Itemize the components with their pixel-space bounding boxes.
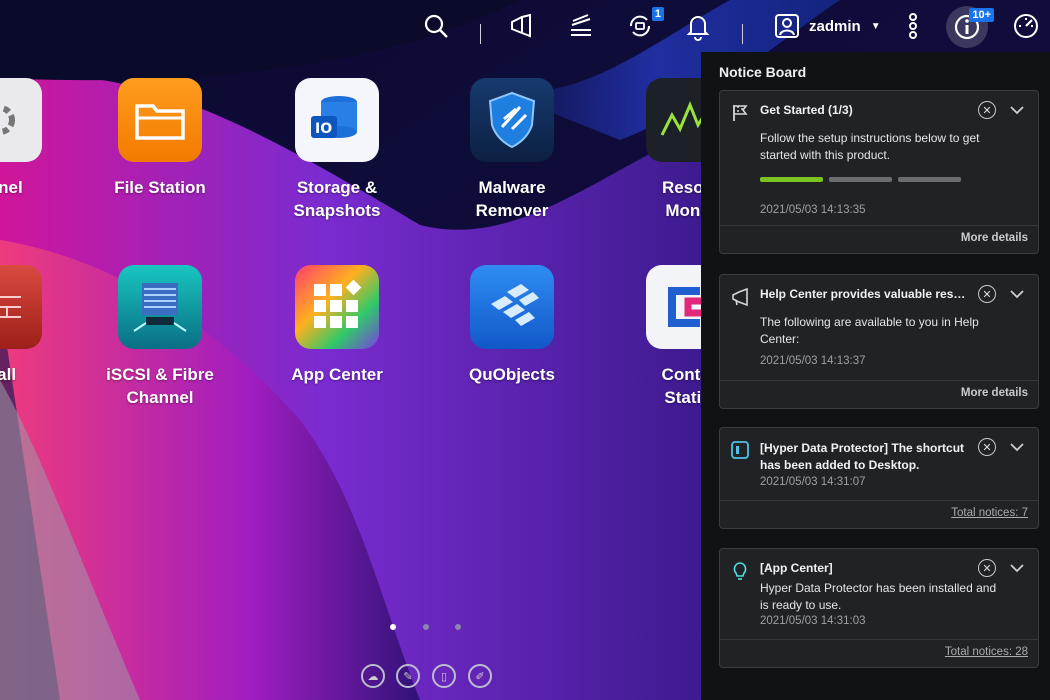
dashboard-button[interactable] <box>1008 8 1044 44</box>
progress-step <box>829 177 892 182</box>
notice-title: [App Center] <box>760 561 833 575</box>
top-bar: 1 zadmin ▼ 10+ <box>0 0 1050 52</box>
user-menu[interactable]: zadmin ▼ <box>773 10 881 42</box>
chevron-down-icon[interactable] <box>1008 101 1026 119</box>
app-label: Malware Remover <box>475 178 549 220</box>
app-quobjects[interactable]: QuObjects <box>447 265 577 386</box>
notice-body: The following are available to you in He… <box>760 315 979 346</box>
quobjects-icon <box>470 265 554 349</box>
notice-footer: Total notices: 28 <box>720 639 1038 667</box>
cloud-icon[interactable]: ☁ <box>361 664 385 688</box>
book-icon[interactable]: ▯ <box>432 664 456 688</box>
bell-icon <box>686 16 710 41</box>
more-options-button[interactable] <box>895 8 931 44</box>
page-dot[interactable] <box>423 624 429 630</box>
notice-count-badge: 10+ <box>969 8 994 22</box>
notifications-button[interactable] <box>680 8 716 44</box>
app-label: QuObjects <box>469 365 555 384</box>
task-stack-icon <box>571 14 591 36</box>
notice-card[interactable]: [Hyper Data Protector] The shortcut has … <box>719 427 1039 529</box>
close-icon[interactable]: ✕ <box>978 285 996 303</box>
app-label: App Center <box>291 365 383 384</box>
folder-icon <box>118 78 202 162</box>
app-label: wall <box>0 365 17 384</box>
total-notices-link[interactable]: Total notices: 7 <box>951 507 1028 519</box>
app-storage-snapshots[interactable]: IO Storage & Snapshots <box>272 78 402 222</box>
gauge-icon <box>1014 14 1038 38</box>
more-details-link[interactable]: More details <box>961 232 1028 244</box>
user-avatar-icon <box>775 14 799 38</box>
notice-timestamp: 2021/05/03 14:13:37 <box>760 355 866 367</box>
app-control-panel[interactable]: Panel <box>0 78 65 199</box>
notice-timestamp: 2021/05/03 14:13:35 <box>760 204 866 216</box>
more-details-link[interactable]: More details <box>961 387 1028 399</box>
search-button[interactable] <box>418 8 454 44</box>
notice-title: Help Center provides valuable resources <box>760 287 970 301</box>
username: zadmin <box>809 17 861 35</box>
svg-text:IO: IO <box>315 121 332 137</box>
chevron-down-icon[interactable] <box>1008 285 1026 303</box>
notice-board-panel: Notice Board Get Started (1/3) ✕ Follow … <box>701 52 1050 700</box>
search-icon <box>424 14 448 38</box>
chevron-down-icon[interactable] <box>1008 438 1026 456</box>
page-dot-active[interactable] <box>390 624 396 630</box>
app-label: File Station <box>114 178 206 197</box>
notice-card[interactable]: Get Started (1/3) ✕ Follow the setup ins… <box>719 90 1039 254</box>
notice-card[interactable]: [App Center] ✕ Hyper Data Protector has … <box>719 548 1039 668</box>
app-malware-remover[interactable]: Malware Remover <box>447 78 577 222</box>
progress-step <box>898 177 961 182</box>
background-tasks-badge: 1 <box>651 7 664 21</box>
total-notices-link[interactable]: Total notices: 28 <box>945 646 1028 658</box>
notice-card[interactable]: Help Center provides valuable resources … <box>719 274 1039 409</box>
page-indicator <box>380 620 470 634</box>
storage-icon: IO <box>295 78 379 162</box>
toolbar-divider <box>480 24 481 44</box>
hyper-data-protector-icon <box>731 441 749 459</box>
close-icon[interactable]: ✕ <box>978 559 996 577</box>
page-dot[interactable] <box>455 624 461 630</box>
megaphone-icon <box>732 287 748 307</box>
app-label: iSCSI & Fibre Channel <box>106 365 214 407</box>
firewall-icon <box>0 265 42 349</box>
app-file-station[interactable]: File Station <box>95 78 225 199</box>
notice-title: [Hyper Data Protector] The shortcut has … <box>760 441 965 472</box>
iscsi-icon <box>118 265 202 349</box>
notice-timestamp: 2021/05/03 14:31:07 <box>760 476 866 488</box>
notice-board-title: Notice Board <box>719 64 807 80</box>
close-icon[interactable]: ✕ <box>978 101 996 119</box>
chevron-down-icon: ▼ <box>870 20 881 32</box>
app-label: Panel <box>0 178 23 197</box>
notice-body: Follow the setup instructions below to g… <box>760 131 980 162</box>
app-firewall[interactable]: wall <box>0 265 65 386</box>
task-stack-button[interactable] <box>563 8 599 44</box>
notice-footer: More details <box>720 225 1038 253</box>
app-grid-icon <box>295 265 379 349</box>
shield-icon <box>470 78 554 162</box>
flag-icon <box>733 105 748 121</box>
app-iscsi-fibre-channel[interactable]: iSCSI & Fibre Channel <box>95 265 225 409</box>
notice-title: Get Started (1/3) <box>760 103 853 117</box>
gear-icon <box>0 78 42 162</box>
chevron-down-icon[interactable] <box>1008 559 1026 577</box>
notice-board-button[interactable]: 10+ <box>946 6 994 48</box>
megaphone-icon <box>511 13 531 38</box>
notice-timestamp: 2021/05/03 14:31:03 <box>760 615 866 627</box>
more-vertical-icon <box>909 13 917 39</box>
setup-progress <box>760 177 970 183</box>
notice-footer: Total notices: 7 <box>720 500 1038 528</box>
background-tasks-icon <box>629 15 651 37</box>
edit-icon[interactable]: ✐ <box>468 664 492 688</box>
tools-icon[interactable]: ✎ <box>396 664 420 688</box>
lightbulb-icon <box>733 562 747 580</box>
notice-body: Hyper Data Protector has been installed … <box>760 581 997 612</box>
toolbar-divider <box>742 24 743 44</box>
notice-footer: More details <box>720 380 1038 408</box>
close-icon[interactable]: ✕ <box>978 438 996 456</box>
announcement-button[interactable] <box>503 8 539 44</box>
app-label: Storage & Snapshots <box>293 178 381 220</box>
progress-step-complete <box>760 177 823 182</box>
app-app-center[interactable]: App Center <box>272 265 402 386</box>
background-tasks-button[interactable]: 1 <box>622 7 664 44</box>
